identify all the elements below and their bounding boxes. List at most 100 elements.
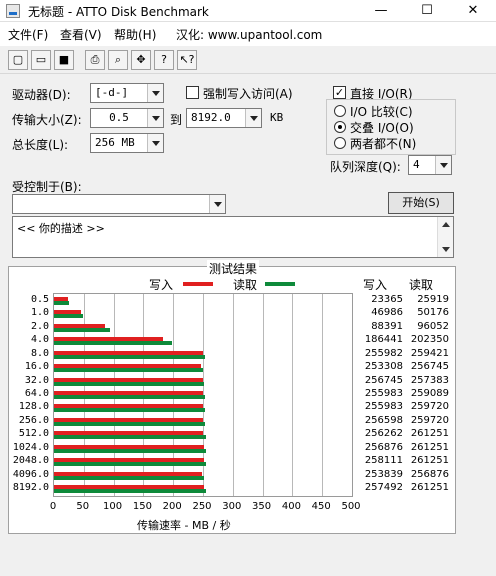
x-tick-label: 400 bbox=[281, 501, 301, 512]
print-preview-icon[interactable]: ⌕ bbox=[108, 50, 128, 70]
neither-label: 两者都不(N) bbox=[350, 137, 417, 151]
read-bar bbox=[54, 408, 206, 413]
chevron-down-icon[interactable] bbox=[147, 109, 163, 127]
chevron-down-icon[interactable] bbox=[209, 195, 225, 213]
read-value: 256745 bbox=[410, 361, 449, 373]
x-tick-label: 450 bbox=[311, 501, 331, 512]
write-column-header: 写入 bbox=[363, 278, 388, 292]
write-value: 88391 bbox=[371, 320, 403, 332]
queue-depth-label: 队列深度(Q): bbox=[330, 160, 401, 174]
io-compare-label: I/O 比较(C) bbox=[350, 105, 413, 119]
menu-view[interactable]: 查看(V) bbox=[60, 26, 102, 43]
save-icon[interactable]: ■ bbox=[54, 50, 74, 70]
start-button[interactable]: 开始(S) bbox=[388, 192, 454, 214]
chart-plot-area bbox=[53, 293, 353, 497]
controlled-by-label: 受控制于(B): bbox=[12, 180, 82, 194]
read-value: 261251 bbox=[410, 482, 449, 494]
drive-select[interactable]: [-d-] bbox=[90, 83, 164, 103]
y-tick-label: 16.0 bbox=[24, 361, 49, 373]
y-tick-label: 8192.0 bbox=[12, 482, 49, 494]
legend-read-label: 读取 bbox=[233, 278, 258, 292]
to-label: 到 bbox=[170, 113, 183, 127]
direct-io-checkbox[interactable]: ✓ bbox=[333, 86, 346, 99]
x-tick-label: 150 bbox=[132, 501, 152, 512]
controlled-by-select[interactable] bbox=[12, 194, 226, 214]
open-icon[interactable]: ▭ bbox=[31, 50, 51, 70]
read-bar bbox=[54, 489, 207, 494]
queue-depth-value: 4 bbox=[413, 158, 420, 171]
total-length-label: 总长度(L): bbox=[12, 138, 69, 152]
scroll-up-icon[interactable] bbox=[442, 222, 450, 227]
x-tick-label: 300 bbox=[222, 501, 242, 512]
transfer-from-value: 0.5 bbox=[109, 111, 129, 124]
read-bar bbox=[54, 435, 207, 440]
drive-label: 驱动器(D): bbox=[12, 88, 71, 102]
x-tick-label: 250 bbox=[192, 501, 212, 512]
transfer-to-select[interactable]: 8192.0 bbox=[186, 108, 262, 128]
read-value: 256876 bbox=[410, 468, 449, 480]
y-tick-label: 4.0 bbox=[30, 334, 49, 346]
description-field[interactable]: << 你的描述 >> bbox=[12, 216, 454, 258]
queue-depth-select[interactable]: 4 bbox=[408, 155, 452, 175]
scroll-down-icon[interactable] bbox=[442, 247, 450, 252]
neither-radio[interactable] bbox=[334, 137, 346, 149]
write-value: 258111 bbox=[364, 455, 403, 467]
chevron-down-icon[interactable] bbox=[245, 109, 261, 127]
read-bar bbox=[54, 341, 172, 346]
x-tick-label: 50 bbox=[76, 501, 90, 512]
read-value: 259720 bbox=[410, 414, 449, 426]
y-tick-label: 8.0 bbox=[30, 347, 49, 359]
new-icon[interactable]: ▢ bbox=[8, 50, 28, 70]
transfer-from-select[interactable]: 0.5 bbox=[90, 108, 164, 128]
menu-localization[interactable]: 汉化: www.upantool.com bbox=[176, 26, 322, 43]
menu-help[interactable]: 帮助(H) bbox=[114, 26, 156, 43]
total-length-select[interactable]: 256 MB bbox=[90, 133, 164, 153]
x-gridline bbox=[232, 294, 234, 496]
maximize-button[interactable]: ☐ bbox=[404, 0, 450, 22]
kb-label: KB bbox=[270, 111, 284, 124]
read-value: 261251 bbox=[410, 455, 449, 467]
read-bar bbox=[54, 381, 204, 386]
y-tick-label: 2048.0 bbox=[12, 455, 49, 467]
overlap-io-radio[interactable] bbox=[334, 121, 346, 133]
y-tick-label: 1024.0 bbox=[12, 441, 49, 453]
read-bar bbox=[54, 448, 207, 453]
write-value: 257492 bbox=[364, 482, 403, 494]
read-bar bbox=[54, 421, 206, 426]
read-value: 50176 bbox=[417, 307, 449, 319]
io-compare-radio[interactable] bbox=[334, 105, 346, 117]
chevron-down-icon[interactable] bbox=[435, 156, 451, 174]
minimize-button[interactable]: — bbox=[358, 0, 404, 22]
y-tick-label: 1.0 bbox=[30, 307, 49, 319]
legend-read-swatch bbox=[265, 282, 295, 286]
write-value: 255982 bbox=[364, 347, 403, 359]
x-tick-label: 0 bbox=[49, 501, 57, 512]
force-write-checkbox[interactable] bbox=[186, 86, 199, 99]
close-button[interactable]: ✕ bbox=[450, 0, 496, 22]
y-tick-label: 512.0 bbox=[18, 428, 49, 440]
read-value: 261251 bbox=[410, 428, 449, 440]
window-title: 无标题 - ATTO Disk Benchmark bbox=[28, 5, 209, 19]
move-icon[interactable]: ✥ bbox=[131, 50, 151, 70]
chevron-down-icon[interactable] bbox=[147, 134, 163, 152]
chevron-down-icon[interactable] bbox=[147, 84, 163, 102]
print-icon[interactable]: ⎙ bbox=[85, 50, 105, 70]
context-help-icon[interactable]: ↖? bbox=[177, 50, 197, 70]
transfer-to-value: 8192.0 bbox=[191, 111, 231, 124]
description-scrollbar[interactable] bbox=[437, 217, 453, 257]
app-icon bbox=[6, 4, 20, 18]
toolbar: ▢ ▭ ■ ⎙ ⌕ ✥ ? ↖? bbox=[0, 46, 496, 74]
menu-file[interactable]: 文件(F) bbox=[8, 26, 48, 43]
y-tick-label: 0.5 bbox=[30, 293, 49, 305]
title-bar: 无标题 - ATTO Disk Benchmark — ☐ ✕ bbox=[0, 0, 496, 22]
write-value: 186441 bbox=[364, 334, 403, 346]
write-value: 46986 bbox=[371, 307, 403, 319]
write-value: 255983 bbox=[364, 388, 403, 399]
x-gridline bbox=[322, 294, 324, 496]
read-bar bbox=[54, 314, 84, 319]
total-length-value: 256 MB bbox=[95, 136, 135, 149]
help-icon[interactable]: ? bbox=[154, 50, 174, 70]
write-value: 253308 bbox=[364, 361, 403, 373]
overlap-io-label: 交叠 I/O(O) bbox=[350, 121, 414, 135]
results-panel: 测试结果 写入 读取 写入 读取 0.5 1.0 2.0 4.0 8.0 16.0 32.0… bbox=[8, 260, 456, 534]
